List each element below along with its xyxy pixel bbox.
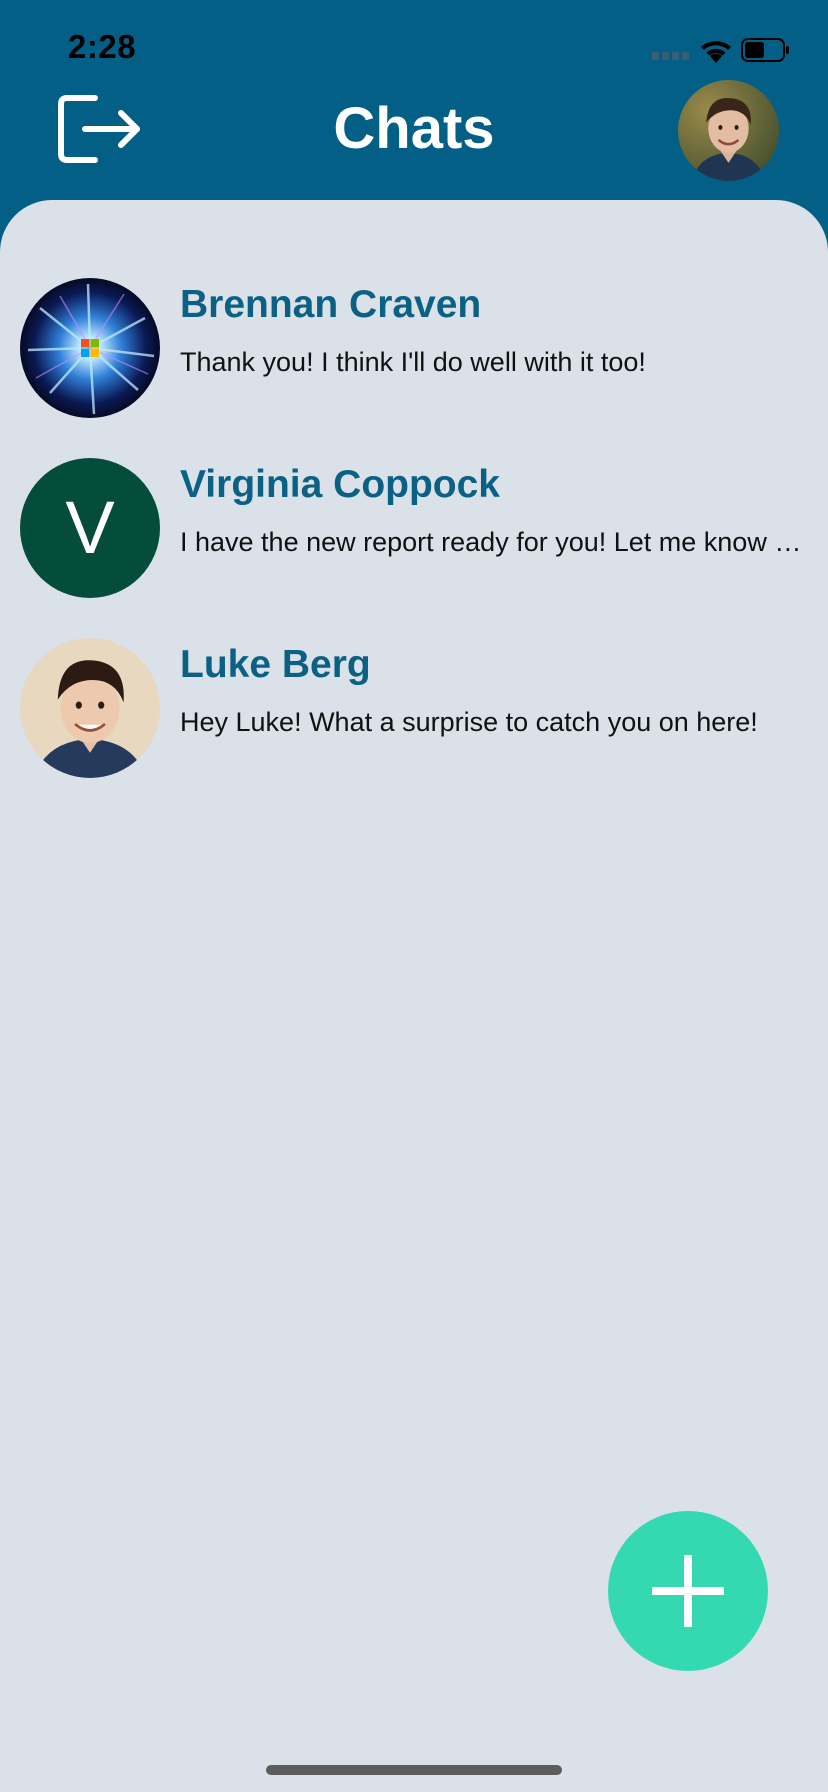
chat-preview: Hey Luke! What a surprise to catch you o… (180, 707, 758, 737)
windows-logo-burst (20, 278, 160, 418)
cellular-signal-icon (652, 52, 690, 60)
chat-row-brennan-craven[interactable]: Brennan Craven Thank you! I think I'll d… (0, 278, 828, 458)
chat-preview: I have the new report ready for you! Let… (180, 527, 802, 557)
battery-icon (741, 38, 789, 62)
plus-icon (652, 1555, 724, 1627)
app-header: Chats (0, 80, 828, 200)
chat-name: Brennan Craven (180, 283, 482, 326)
user-photo (20, 638, 160, 778)
chat-row-luke-berg[interactable]: Luke Berg Hey Luke! What a surprise to c… (0, 638, 828, 818)
chat-list: Brennan Craven Thank you! I think I'll d… (0, 278, 828, 818)
status-time: 2:28 (68, 28, 137, 65)
chat-avatar (20, 638, 160, 778)
user-photo (678, 80, 779, 181)
chat-name: Virginia Coppock (180, 463, 500, 506)
home-indicator[interactable] (266, 1765, 562, 1775)
chat-preview: Thank you! I think I'll do well with it … (180, 347, 646, 377)
chat-row-virginia-coppock[interactable]: V Virginia Coppock I have the new report… (0, 458, 828, 638)
status-bar: 2:28 (0, 0, 828, 90)
new-chat-button[interactable] (608, 1511, 768, 1671)
chat-name: Luke Berg (180, 643, 371, 686)
letter-avatar: V (20, 458, 160, 598)
wifi-icon (701, 41, 731, 63)
chat-avatar (20, 278, 160, 418)
profile-avatar[interactable] (678, 80, 779, 181)
